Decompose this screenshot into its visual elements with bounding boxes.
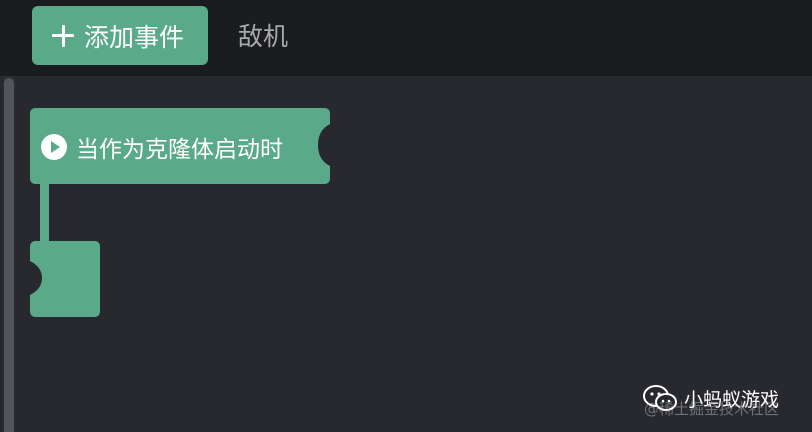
block-connector-line <box>40 182 49 246</box>
when-start-as-clone-label: 当作为克隆体启动时 <box>76 137 283 163</box>
play-icon <box>41 134 67 160</box>
watermark-sub: @稀土掘金技术社区 <box>644 400 780 418</box>
editor-page: 添加事件 敌机 当作为克隆体启动时 小蚂蚁游戏 @稀土掘金技术社区 <box>0 0 812 432</box>
empty-slot-block[interactable] <box>30 241 100 317</box>
event-block-group <box>30 108 330 317</box>
